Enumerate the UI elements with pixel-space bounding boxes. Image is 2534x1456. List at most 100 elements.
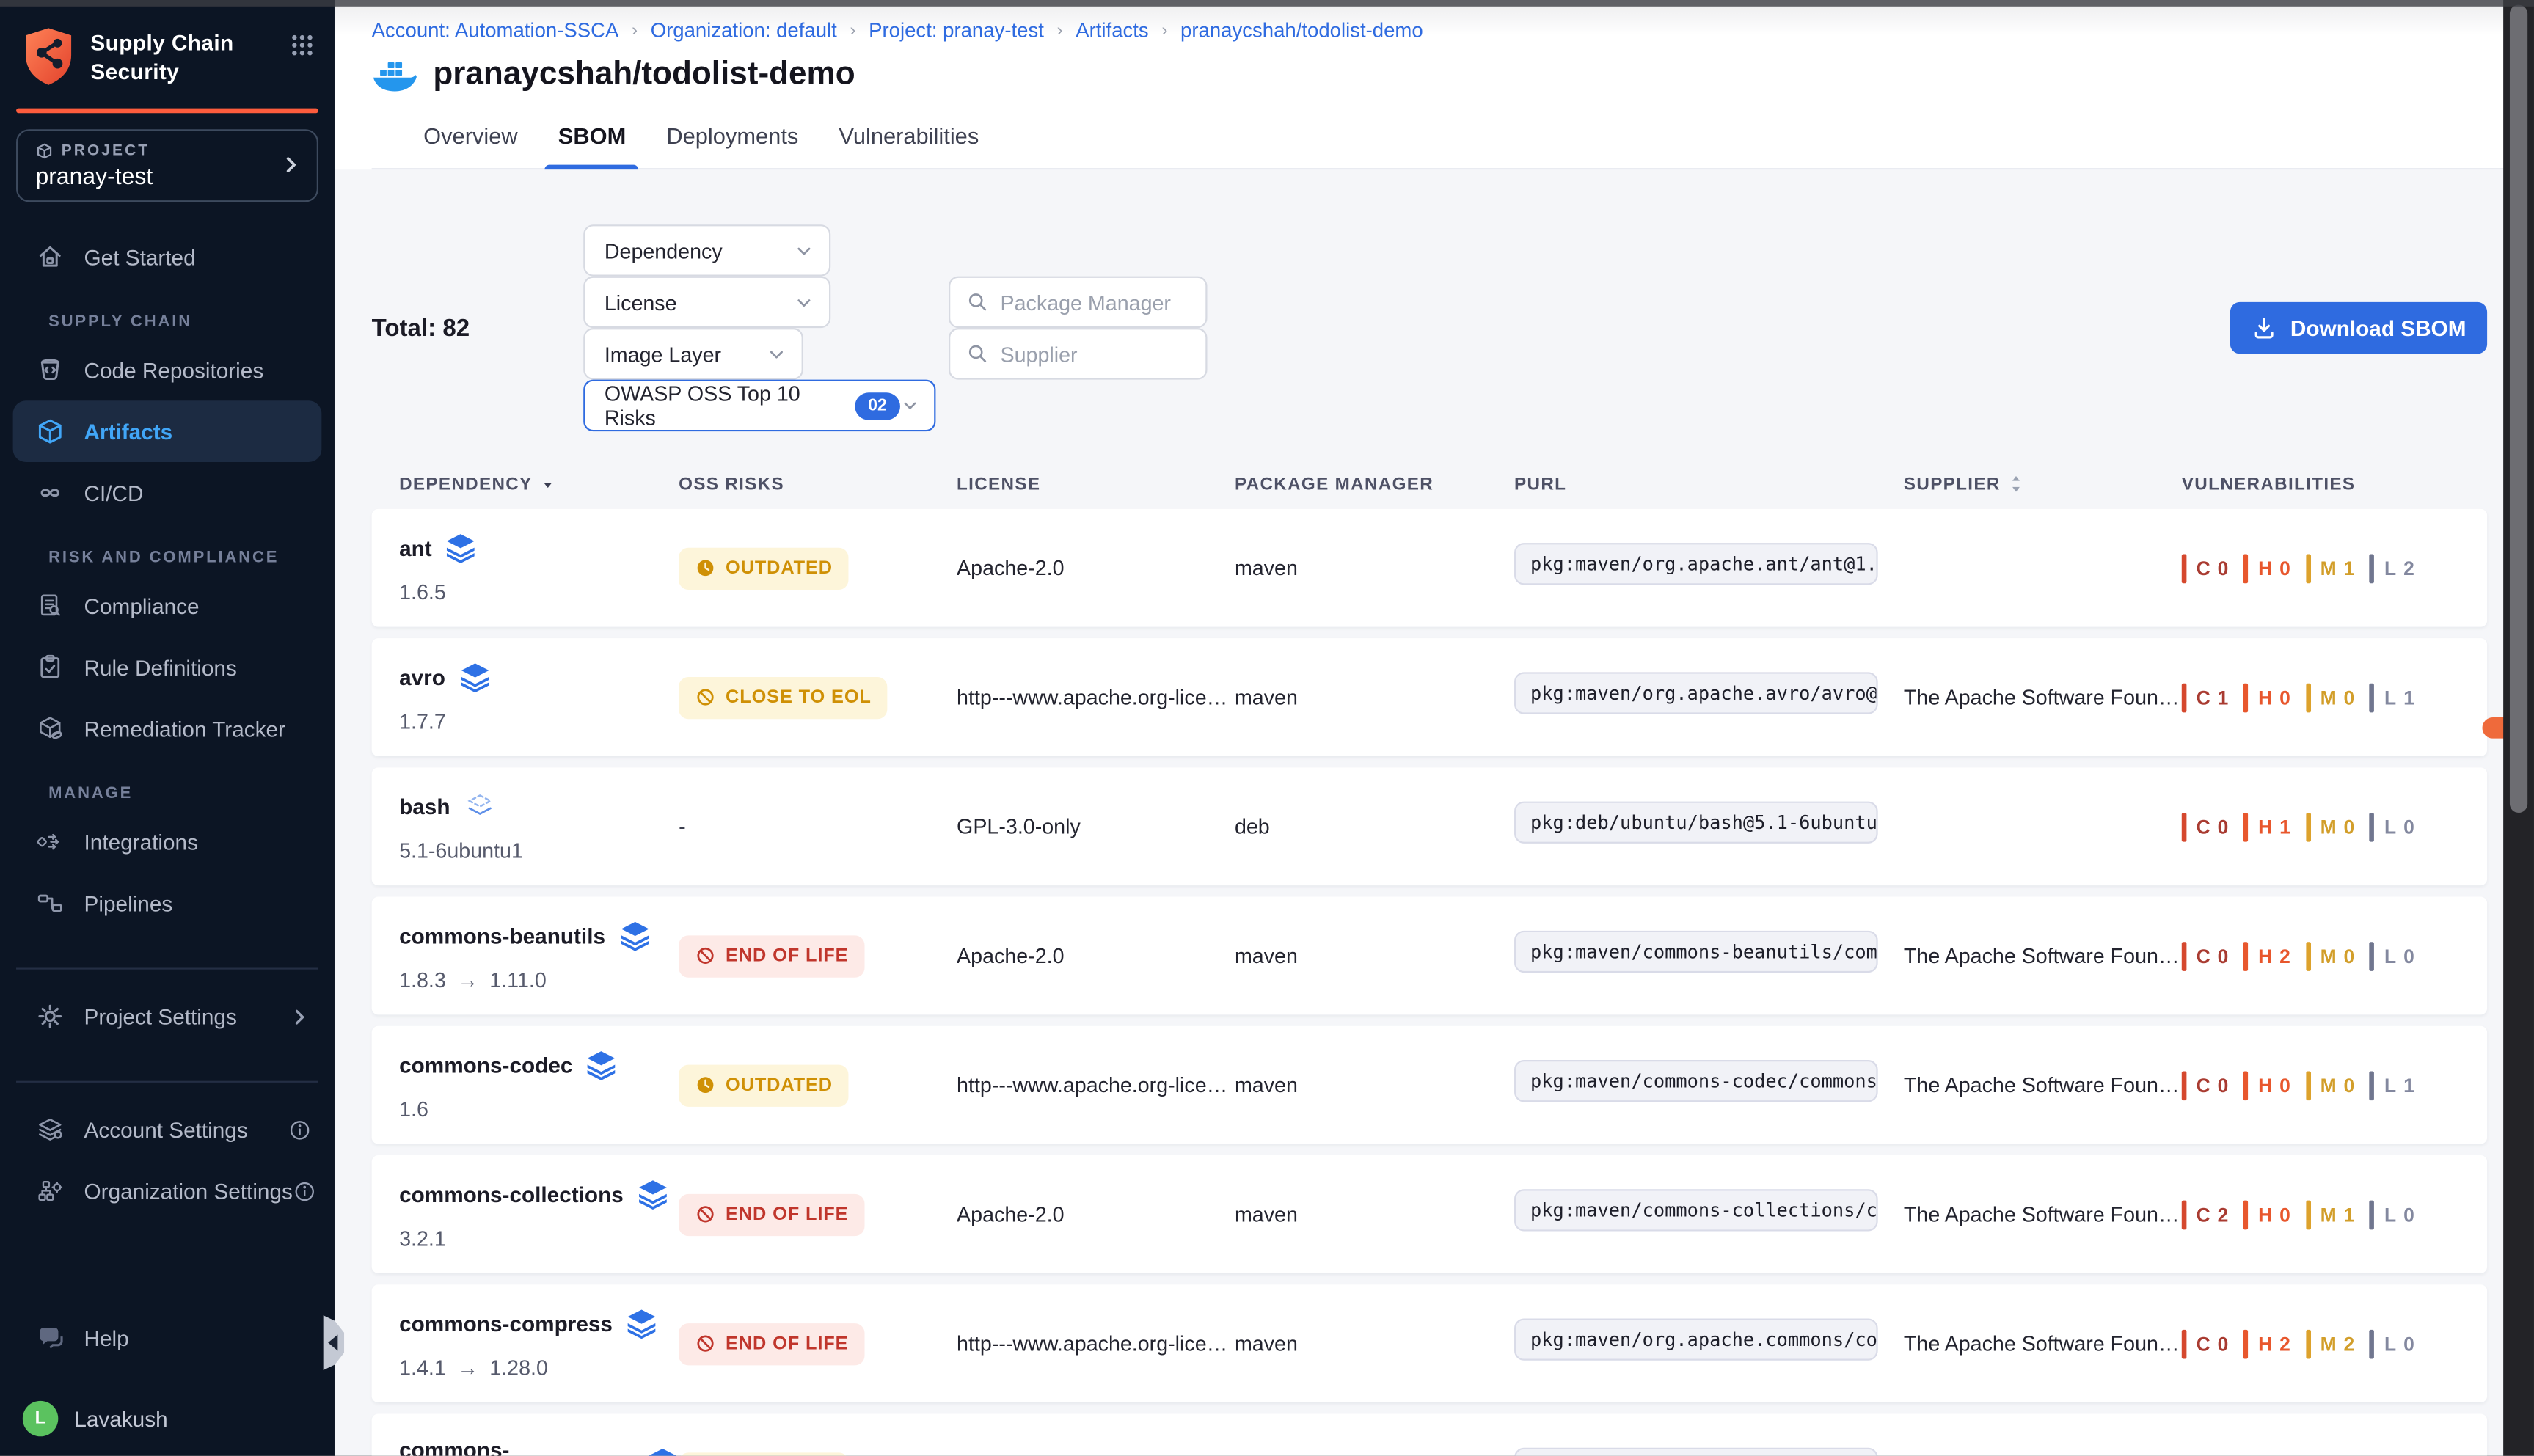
dependency-version: 1.4.1→1.28.0 — [399, 1356, 679, 1380]
download-sbom-button[interactable]: Download SBOM — [2230, 302, 2487, 354]
info-icon[interactable] — [288, 1117, 312, 1141]
filter-select-dependency[interactable]: Dependency — [583, 224, 830, 276]
column-header-oss-risks[interactable]: OSS RISKS — [679, 473, 957, 494]
purl-value[interactable]: pkg:maven/commons-configuration/… — [1514, 1448, 1878, 1456]
dependency-version: 1.6.5 — [399, 580, 679, 604]
purl-value[interactable]: pkg:maven/commons-beanutils/comm… — [1514, 931, 1878, 973]
purl-value[interactable]: pkg:maven/commons-codec/commons-… — [1514, 1060, 1878, 1102]
severity-count: 0 — [2218, 1074, 2230, 1097]
vulnerabilities-cell: C0H0M0L1 — [2182, 1070, 2487, 1100]
oss-risk-badge: END OF LIFE — [679, 1193, 864, 1235]
severity-count: 0 — [2344, 945, 2356, 967]
column-header-purl[interactable]: PURL — [1514, 473, 1904, 494]
sidebar-item-label: Project Settings — [84, 1004, 237, 1028]
column-header-supplier[interactable]: SUPPLIER — [1904, 473, 2182, 494]
sidebar-item-get-started[interactable]: Get Started — [0, 226, 335, 288]
sidebar-item-integrations[interactable]: Integrations — [0, 811, 335, 873]
scrollbar-thumb[interactable] — [2510, 5, 2527, 813]
sidebar-item-ci-cd[interactable]: CI/CD — [0, 462, 335, 524]
sidebar-item-code-repositories[interactable]: Code Repositories — [0, 340, 335, 401]
sidebar-item-compliance[interactable]: Compliance — [0, 575, 335, 637]
sidebar-item-label: Artifacts — [84, 420, 173, 444]
dependency-name[interactable]: commons-configuration — [399, 1438, 633, 1455]
sidebar-item-account-settings[interactable]: Account Settings — [0, 1099, 335, 1160]
breadcrumb-item[interactable]: Organization: default — [651, 19, 837, 42]
severity-bar — [2182, 812, 2187, 841]
project-selector[interactable]: PROJECT pranay-test — [16, 129, 318, 202]
user-menu[interactable]: L Lavakush — [0, 1391, 335, 1446]
package-manager-cell: maven — [1235, 943, 1514, 967]
search-package-manager-input[interactable] — [949, 277, 1207, 328]
breadcrumb-item[interactable]: Account: Automation-SSCA — [372, 19, 619, 42]
tab-vulnerabilities[interactable]: Vulnerabilities — [826, 106, 992, 168]
sidebar-item-help[interactable]: ? Help — [0, 1307, 335, 1369]
version-current: 5.1-6ubuntu1 — [399, 838, 523, 863]
breadcrumb-separator: › — [1161, 21, 1167, 40]
sidebar-item-pipelines[interactable]: Pipelines — [0, 873, 335, 934]
page-title: pranaycshah/todolist-demo — [433, 56, 855, 94]
sidebar-accent-rule — [16, 109, 318, 114]
info-icon[interactable] — [293, 1179, 317, 1203]
dependency-name[interactable]: bash — [399, 795, 450, 819]
tab-deployments[interactable]: Deployments — [654, 106, 811, 168]
home-icon — [35, 242, 65, 271]
search-input[interactable] — [1001, 342, 1190, 366]
column-header-dependency[interactable]: DEPENDENCY — [399, 473, 679, 494]
purl-cell: pkg:deb/ubuntu/bash@5.1-6ubuntu1 — [1514, 802, 1904, 852]
sidebar-item-organization-settings[interactable]: Organization Settings — [0, 1160, 335, 1222]
breadcrumb-item[interactable]: Project: pranay-test — [869, 19, 1044, 42]
search-icon — [966, 343, 1000, 365]
package-manager-cell: maven — [1235, 1073, 1514, 1097]
filter-select-owasp-oss-top-10-risks[interactable]: OWASP OSS Top 10 Risks02 — [583, 380, 935, 431]
sidebar-item-label: Organization Settings — [84, 1179, 293, 1203]
purl-value[interactable]: pkg:maven/commons-collections/co… — [1514, 1189, 1878, 1231]
severity-letter: H — [2258, 815, 2273, 838]
search-input[interactable] — [1001, 290, 1190, 314]
filter-select-license[interactable]: License — [583, 277, 830, 328]
filter-select-image-layer[interactable]: Image Layer — [583, 328, 803, 379]
dependency-name[interactable]: commons-compress — [399, 1312, 613, 1336]
purl-cell: pkg:maven/org.apache.commons/com… — [1514, 1318, 1904, 1368]
purl-value[interactable]: pkg:deb/ubuntu/bash@5.1-6ubuntu1 — [1514, 802, 1878, 844]
purl-value[interactable]: pkg:maven/org.apache.ant/ant@1.6… — [1514, 543, 1878, 585]
severity-bar — [2306, 1070, 2311, 1100]
user-name: Lavakush — [74, 1407, 167, 1431]
app-grid-icon[interactable] — [289, 32, 315, 58]
severity-letter: M — [2321, 686, 2337, 709]
supplier-cell: The Apache Software Foun… — [1904, 943, 2182, 967]
dependency-name[interactable]: ant — [399, 536, 432, 560]
search-supplier-input[interactable] — [949, 328, 1207, 379]
column-header-package-manager[interactable]: PACKAGE MANAGER — [1235, 473, 1514, 494]
sidebar-item-label: Pipelines — [84, 891, 173, 915]
breadcrumb-item[interactable]: pranaycshah/todolist-demo — [1180, 19, 1423, 42]
sidebar-item-remediation-tracker[interactable]: Remediation Tracker — [0, 698, 335, 760]
severity-letter: L — [2384, 945, 2397, 967]
sidebar-item-artifacts[interactable]: Artifacts — [13, 400, 322, 462]
vuln-low-chip: L1 — [2370, 1070, 2415, 1100]
vuln-high-chip: H0 — [2243, 1070, 2291, 1100]
license-cell: GPL-3.0-only — [957, 814, 1235, 838]
dependency-name[interactable]: commons-collections — [399, 1182, 624, 1207]
column-header-license[interactable]: LICENSE — [957, 473, 1235, 494]
breadcrumb-item[interactable]: Artifacts — [1076, 19, 1148, 42]
sidebar-item-label: Code Repositories — [84, 358, 264, 382]
dependency-name[interactable]: commons-codec — [399, 1053, 572, 1078]
help-label: Help — [84, 1325, 129, 1350]
sidebar-item-rule-definitions[interactable]: Rule Definitions — [0, 637, 335, 698]
severity-bar — [2370, 1329, 2375, 1358]
scrollbar-track[interactable] — [2503, 0, 2534, 1456]
column-header-vulnerabilities[interactable]: VULNERABILITIES — [2182, 473, 2487, 494]
tab-overview[interactable]: Overview — [411, 106, 531, 168]
chevron-down-icon — [766, 343, 787, 365]
layers-icon — [459, 662, 491, 693]
dependency-name[interactable]: commons-beanutils — [399, 924, 605, 948]
tab-sbom[interactable]: SBOM — [545, 106, 639, 168]
purl-value[interactable]: pkg:maven/org.apache.avro/avro@1… — [1514, 672, 1878, 714]
severity-bar — [2370, 683, 2375, 712]
severity-bar — [2182, 1329, 2187, 1358]
severity-letter: H — [2258, 1332, 2273, 1355]
purl-value[interactable]: pkg:maven/org.apache.commons/com… — [1514, 1318, 1878, 1360]
license-cell: http---www.apache.org-lice… — [957, 685, 1235, 709]
dependency-name[interactable]: avro — [399, 666, 445, 690]
sidebar-item-project-settings[interactable]: Project Settings — [0, 986, 335, 1047]
